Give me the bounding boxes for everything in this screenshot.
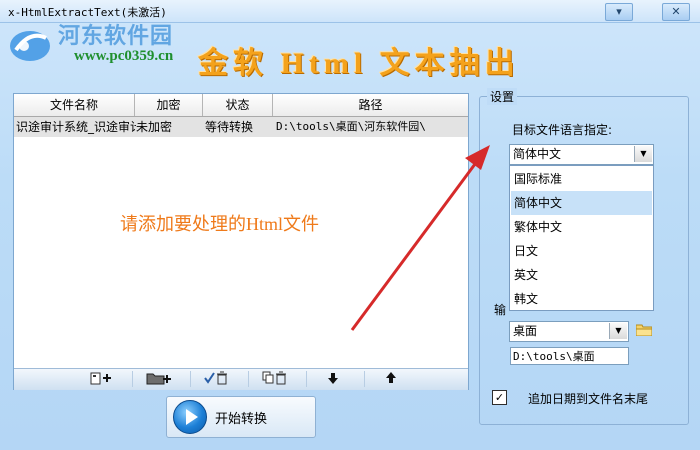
chevron-down-icon[interactable]: ▼	[609, 323, 627, 339]
column-header-status[interactable]: 状态	[203, 94, 273, 116]
row-encrypt: 未加密	[136, 120, 173, 134]
column-header-encrypt[interactable]: 加密	[135, 94, 203, 116]
move-up-button[interactable]	[364, 371, 417, 387]
start-convert-button[interactable]: 开始转换	[166, 396, 316, 438]
row-status: 等待转换	[205, 120, 254, 134]
language-option-japanese[interactable]: 日文	[511, 239, 652, 263]
language-select[interactable]: 简体中文 ▼	[509, 144, 654, 165]
language-option-korean[interactable]: 韩文	[511, 287, 652, 311]
watermark-site-name: 河东软件园	[58, 23, 174, 49]
language-option-international[interactable]: 国际标准	[511, 167, 652, 191]
checkmark-icon: ✓	[494, 391, 505, 404]
output-label: 输	[494, 303, 507, 317]
add-file-button[interactable]	[74, 371, 126, 387]
list-toolbar	[14, 368, 468, 390]
column-header-path[interactable]: 路径	[273, 94, 468, 116]
language-label: 目标文件语言指定:	[512, 123, 613, 137]
output-location-value: 桌面	[513, 324, 538, 338]
start-convert-label: 开始转换	[215, 412, 268, 427]
language-option-traditional[interactable]: 繁体中文	[511, 215, 652, 239]
add-folder-icon	[146, 373, 171, 385]
settings-group-title: 设置	[487, 88, 518, 105]
folder-icon[interactable]	[636, 324, 652, 336]
column-header-name[interactable]: 文件名称	[14, 94, 135, 116]
watermark-logo-icon	[10, 31, 50, 61]
watermark-url: www.pc0359.cn	[74, 48, 174, 64]
minimize-button[interactable]: ▾	[605, 3, 633, 21]
remove-all-icon	[262, 371, 286, 385]
append-date-label: 追加日期到文件名末尾	[528, 392, 649, 406]
row-file-name: 识途审计系统_识途审计	[16, 120, 136, 134]
empty-hint-text: 请添加要处理的Html文件	[120, 214, 320, 234]
close-icon: ✕	[671, 5, 681, 18]
remove-checked-icon	[204, 371, 227, 385]
output-location-select[interactable]: 桌面 ▼	[509, 321, 629, 342]
language-dropdown-list[interactable]: 国际标准 简体中文 繁体中文 日文 英文 韩文	[509, 165, 654, 311]
arrow-up-icon	[386, 372, 396, 383]
language-select-value: 简体中文	[513, 147, 562, 161]
row-path: D:\tools\桌面\河东软件园\	[276, 120, 426, 133]
file-list[interactable]: 文件名称 加密 状态 路径 识途审计系统_识途审计 未加密 等待转换 D:\to…	[13, 93, 469, 390]
minimize-icon: ▾	[616, 5, 622, 18]
play-icon	[173, 400, 207, 434]
app-title: 金软 Html 文本抽出	[198, 47, 520, 80]
output-path-field[interactable]: D:\tools\桌面	[510, 347, 629, 365]
move-down-button[interactable]	[306, 371, 359, 387]
add-file-icon	[90, 372, 111, 385]
remove-all-button[interactable]	[248, 371, 301, 387]
add-folder-button[interactable]	[132, 371, 185, 387]
arrow-down-icon	[328, 373, 338, 384]
language-option-simplified[interactable]: 简体中文	[511, 191, 652, 215]
file-list-header: 文件名称 加密 状态 路径	[14, 94, 468, 117]
remove-checked-button[interactable]	[190, 371, 243, 387]
append-date-checkbox[interactable]: ✓	[492, 390, 507, 405]
close-button[interactable]: ✕	[662, 3, 690, 21]
language-option-english[interactable]: 英文	[511, 263, 652, 287]
chevron-down-icon[interactable]: ▼	[634, 146, 652, 162]
table-row[interactable]: 识途审计系统_识途审计 未加密 等待转换 D:\tools\桌面\河东软件园\	[14, 117, 468, 137]
